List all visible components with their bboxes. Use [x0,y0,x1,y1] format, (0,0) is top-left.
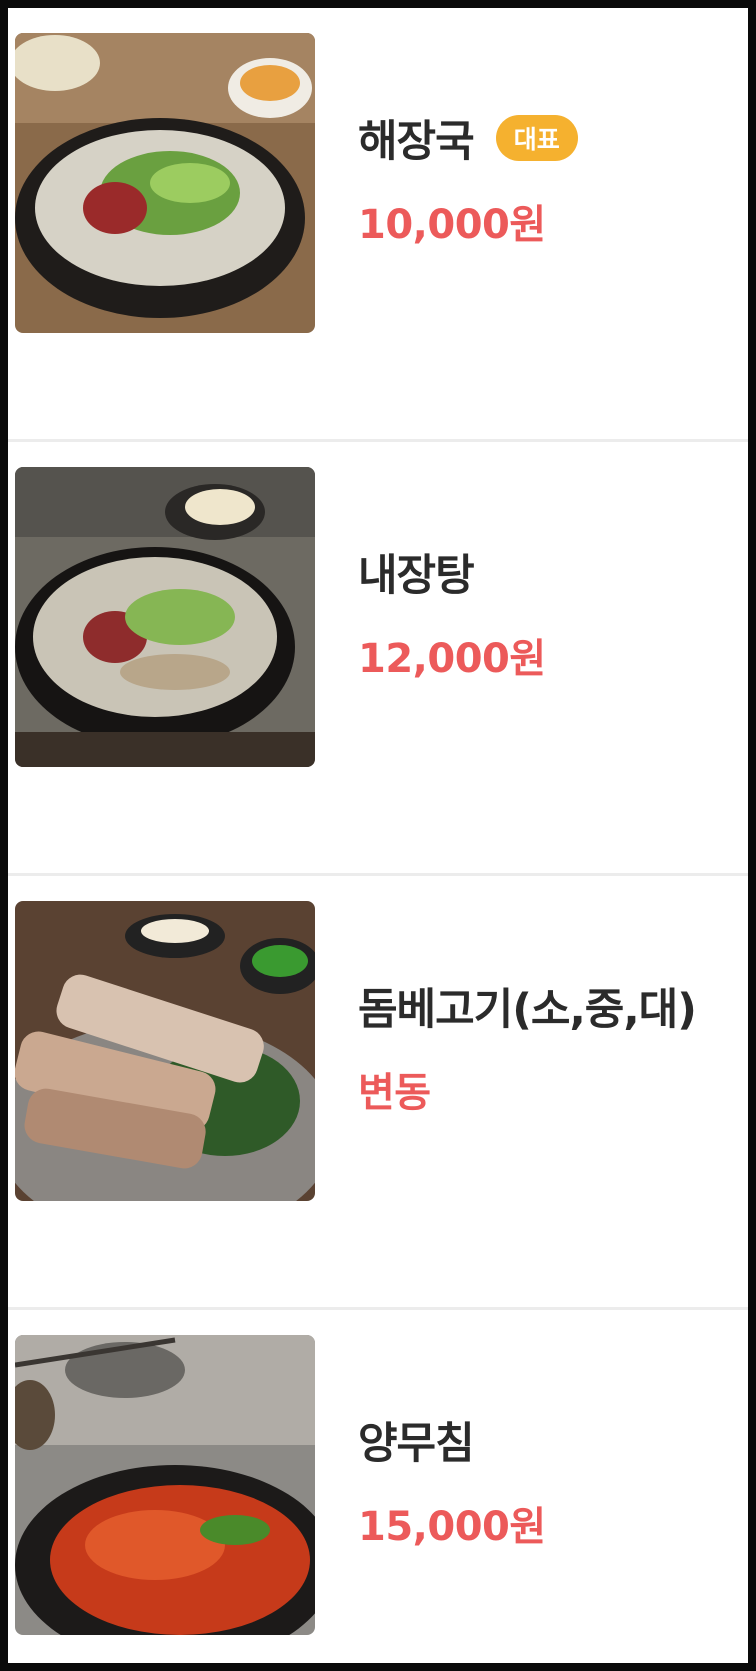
item-name: 내장탕 [358,551,475,601]
item-name: 해장국 [358,117,475,167]
menu-item-dombegogi[interactable]: 돔베고기(소,중,대) 변동 [8,876,748,1310]
dombegogi-photo [15,901,315,1201]
item-price: 변동 [358,1070,431,1116]
menu-item-naejangtang[interactable]: 내장탕 12,000원 [8,442,748,876]
soup-bowl-icon [15,33,315,333]
soup-bowl-icon [15,467,315,767]
menu-list: 해장국 대표 10,000원 내장탕 12,000원 돔베고기(소,중,대) 변… [8,8,748,1663]
naejangtang-photo [15,467,315,767]
item-price: 10,000원 [358,202,546,248]
item-price: 15,000원 [358,1504,546,1550]
item-price: 12,000원 [358,636,546,682]
menu-item-yangmuchim[interactable]: 양무침 15,000원 [8,1310,748,1663]
yangmuchim-photo [15,1335,315,1635]
sliced-pork-icon [15,901,315,1201]
signature-badge: 대표 [495,115,578,161]
menu-item-haejangguk[interactable]: 해장국 대표 10,000원 [8,8,748,442]
item-name: 돔베고기(소,중,대) [358,985,697,1035]
item-name: 양무침 [358,1419,475,1469]
spicy-salad-icon [15,1335,315,1635]
haejangguk-photo [15,33,315,333]
